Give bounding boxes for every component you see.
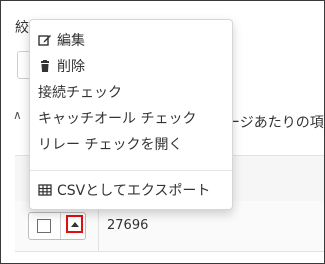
row-menu-toggle-button[interactable] xyxy=(66,215,83,233)
row-action-group xyxy=(28,212,86,240)
menu-item-edit[interactable]: 編集 xyxy=(38,30,85,50)
menu-item-label: 編集 xyxy=(57,33,85,49)
row-actions-menu: 編集 削除 接続チェック キャッチオール チェック リレー チェックを開く CS… xyxy=(29,19,233,210)
row-checkbox[interactable] xyxy=(37,219,51,233)
menu-divider xyxy=(30,170,232,171)
filter-label: 絞 xyxy=(15,20,29,36)
edit-icon xyxy=(38,33,52,47)
items-per-page-label: ージあたりの項 xyxy=(226,115,324,131)
menu-item-label: 削除 xyxy=(57,59,85,75)
menu-item-connection-check[interactable]: 接続チェック xyxy=(38,82,122,102)
row-id-cell: 27696 xyxy=(107,218,149,233)
trash-icon xyxy=(38,59,52,73)
table-icon xyxy=(38,183,52,197)
collapse-arrow-icon[interactable]: ∧ xyxy=(13,108,22,122)
menu-item-open-relay-check[interactable]: リレー チェックを開く xyxy=(38,134,182,154)
menu-item-delete[interactable]: 削除 xyxy=(38,56,85,76)
group-separator xyxy=(60,213,61,239)
menu-item-catchall-check[interactable]: キャッチオール チェック xyxy=(38,108,196,128)
menu-item-label: CSVとしてエクスポート xyxy=(57,183,211,199)
screenshot-frame: 絞 ∧ ージあたりの項 27696 編集 削除 接続チェック キャッチオール チ… xyxy=(0,0,325,264)
menu-item-label: 接続チェック xyxy=(38,85,122,101)
menu-item-export-csv[interactable]: CSVとしてエクスポート xyxy=(38,180,210,200)
menu-item-label: キャッチオール チェック xyxy=(38,111,197,127)
menu-item-label: リレー チェックを開く xyxy=(38,137,183,153)
